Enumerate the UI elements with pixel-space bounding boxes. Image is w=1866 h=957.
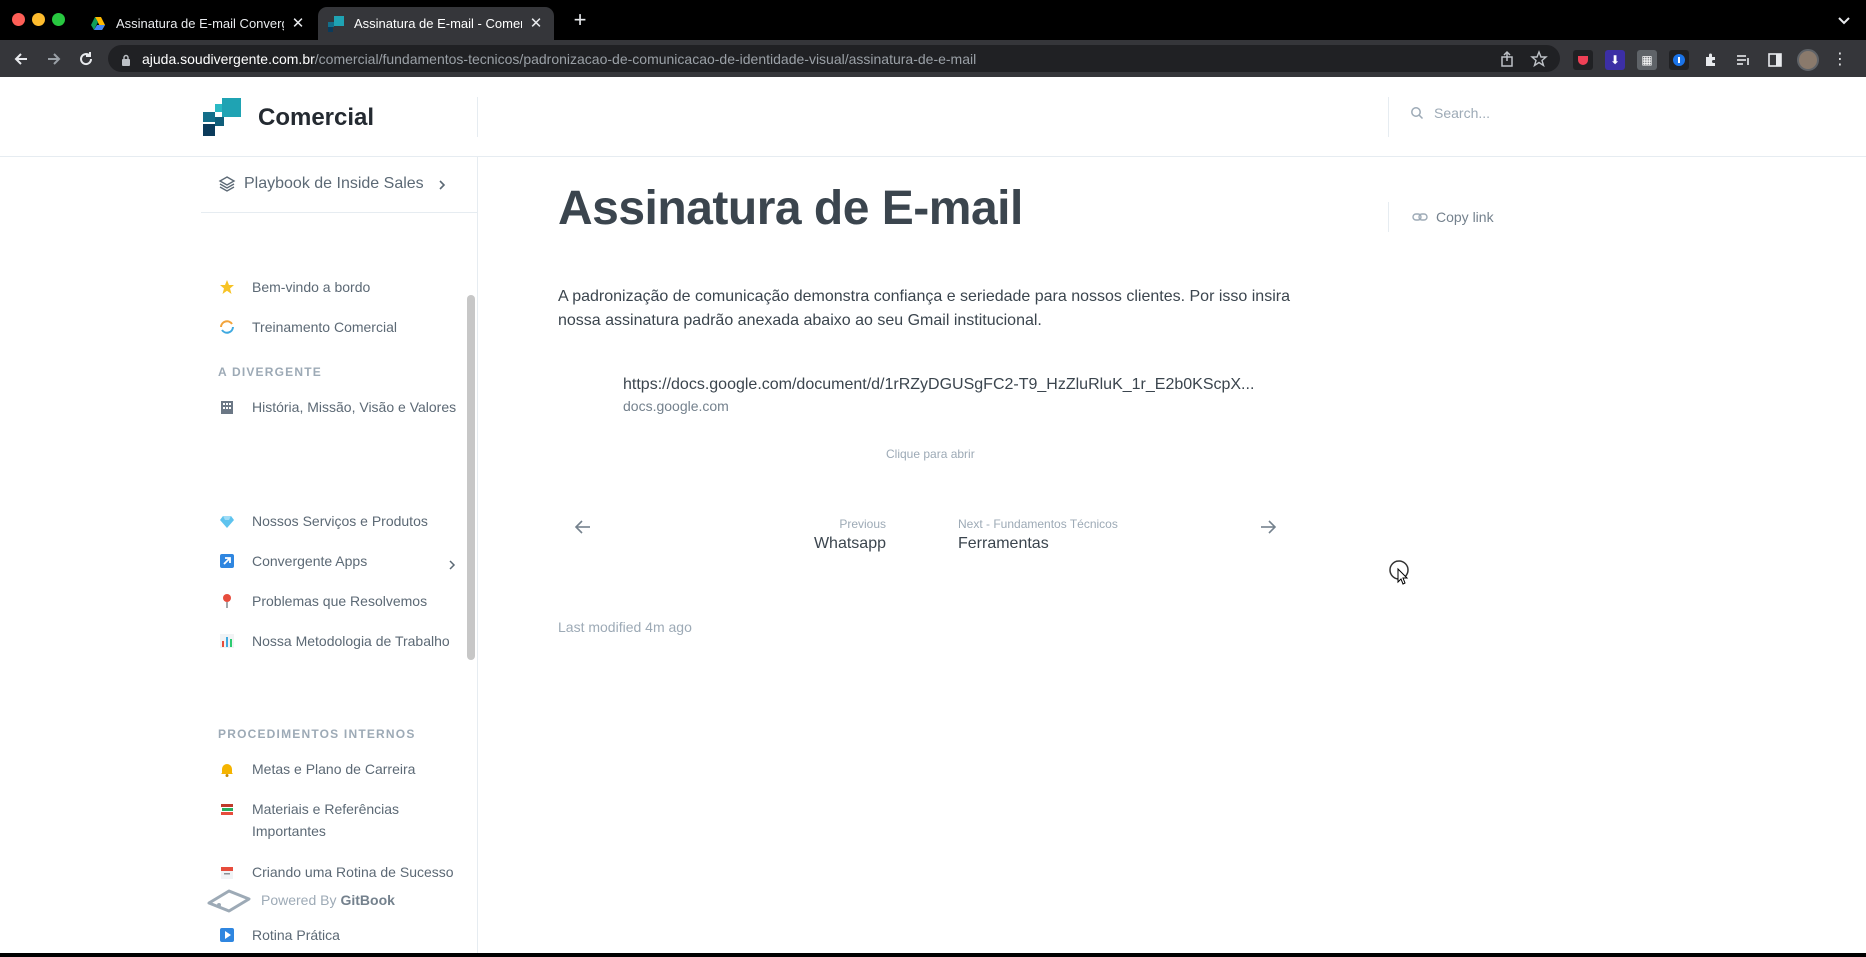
reload-button[interactable] <box>75 48 97 70</box>
forward-button[interactable] <box>43 48 65 70</box>
sidebar-item-rotina-sucesso[interactable]: Criando uma Rotina de Sucesso <box>218 861 463 883</box>
gitbook-page: Comercial Playbook de Inside Sales <box>0 77 1866 953</box>
download-extension-icon[interactable]: ⬇ <box>1605 50 1625 70</box>
rail-divider <box>1388 202 1389 232</box>
more-menu-icon[interactable]: ⋮ <box>1831 51 1849 69</box>
browser-tab-2[interactable]: Assinatura de E-mail - Comerci ✕ <box>318 7 554 40</box>
space-switcher[interactable]: Playbook de Inside Sales <box>218 169 463 199</box>
sidebar-separator <box>201 212 477 213</box>
calendar-icon <box>218 863 236 881</box>
play-icon <box>218 926 236 944</box>
copy-link-button[interactable]: Copy link <box>1412 209 1494 225</box>
section-title-procedimentos: PROCEDIMENTOS INTERNOS <box>218 727 416 741</box>
reading-list-icon[interactable] <box>1733 50 1753 70</box>
chevron-right-icon[interactable] <box>447 555 457 570</box>
sidebar-item-metas[interactable]: Metas e Plano de Carreira <box>218 758 463 780</box>
space-title[interactable]: Comercial <box>258 104 374 132</box>
building-icon <box>218 398 236 416</box>
space-switcher-label: Playbook de Inside Sales <box>244 175 424 192</box>
header-divider <box>1388 97 1389 137</box>
sidebar-item-metodologia[interactable]: Nossa Metodologia de Trabalho <box>218 630 463 652</box>
embed-caption: Clique para abrir <box>886 447 975 461</box>
url-host: ajuda.soudivergente.com.br <box>142 50 315 67</box>
header-divider <box>477 97 478 137</box>
page-title: Assinatura de E-mail <box>558 182 1023 235</box>
books-icon <box>218 800 236 818</box>
maximize-window-button[interactable] <box>52 13 65 26</box>
site-header: Comercial <box>0 77 1866 157</box>
sidebar-item-convergente-apps[interactable]: Convergente Apps <box>218 550 463 572</box>
close-tab-icon[interactable]: ✕ <box>290 15 306 32</box>
sidebar-item-bem-vindo[interactable]: Bem-vindo a bordo <box>218 276 463 298</box>
browser-tab-1[interactable]: Assinatura de E-mail Converge ✕ <box>80 7 316 40</box>
gitbook-space-icon <box>328 15 344 32</box>
sidebar-item-rotina-pratica[interactable]: Rotina Prática <box>218 924 463 946</box>
share-icon[interactable] <box>1498 50 1516 68</box>
intro-paragraph: A padronização de comunicação demonstra … <box>558 288 1290 329</box>
embed-url[interactable]: https://docs.google.com/document/d/1rRZy… <box>623 376 1293 394</box>
previous-page-link[interactable]: Previous Whatsapp <box>814 517 886 553</box>
embed-host: docs.google.com <box>623 398 729 414</box>
back-button[interactable] <box>10 48 32 70</box>
sidebar-item-servicos[interactable]: Nossos Serviços e Produtos <box>218 510 463 532</box>
gem-icon <box>218 512 236 530</box>
password-extension-icon[interactable] <box>1669 50 1689 70</box>
powered-by-gitbook[interactable]: Powered By GitBook <box>207 885 395 915</box>
lock-icon <box>120 53 132 66</box>
page-pagination: Previous Whatsapp Next - Fundamentos Téc… <box>558 497 1293 557</box>
screenshot-extension-icon[interactable]: ▦ <box>1637 50 1657 70</box>
tab-title: Assinatura de E-mail - Comerci <box>354 16 522 31</box>
search-icon <box>1410 106 1424 120</box>
gitbook-logo-icon <box>207 885 251 915</box>
address-bar[interactable]: ajuda.soudivergente.com.br/comercial/fun… <box>108 45 1560 72</box>
profile-avatar[interactable] <box>1797 49 1819 71</box>
layers-icon <box>218 175 236 193</box>
pin-icon <box>218 592 236 610</box>
search-input[interactable] <box>1434 105 1634 121</box>
close-tab-icon[interactable]: ✕ <box>528 15 544 32</box>
google-drive-icon <box>90 16 106 32</box>
side-panel-icon[interactable] <box>1765 50 1785 70</box>
arrow-up-right-icon <box>218 552 236 570</box>
sidebar-item-historia[interactable]: História, Missão, Visão e Valores <box>218 396 463 418</box>
last-modified: Last modified 4m ago <box>558 619 692 635</box>
tab-strip: Assinatura de E-mail Converge ✕ Assinatu… <box>0 0 1866 40</box>
sidebar-item-treinamento[interactable]: Treinamento Comercial <box>218 316 463 338</box>
link-icon <box>1412 209 1428 225</box>
arrow-left-icon[interactable] <box>573 517 593 537</box>
embed-card[interactable]: https://docs.google.com/document/d/1rRZy… <box>623 376 1293 414</box>
window-bottom-edge <box>0 953 1866 957</box>
sidebar: Playbook de Inside Sales Bem-vindo a bor… <box>201 157 478 953</box>
close-window-button[interactable] <box>12 13 25 26</box>
bell-icon <box>218 760 236 778</box>
chevron-right-icon <box>436 178 448 190</box>
section-title-a-divergente: A DIVERGENTE <box>218 365 322 379</box>
bar-chart-icon <box>218 632 236 650</box>
sidebar-scrollbar[interactable] <box>467 295 475 660</box>
arrow-right-icon[interactable] <box>1258 517 1278 537</box>
browser-toolbar: ajuda.soudivergente.com.br/comercial/fun… <box>0 40 1866 77</box>
new-tab-button[interactable]: + <box>570 9 590 31</box>
bookmark-star-icon[interactable] <box>1530 50 1548 68</box>
star-icon <box>218 278 236 296</box>
url-path: /comercial/fundamentos-tecnicos/padroniz… <box>314 50 977 67</box>
tab-title: Assinatura de E-mail Converge <box>116 16 284 31</box>
browser-chrome: Assinatura de E-mail Converge ✕ Assinatu… <box>0 0 1866 77</box>
search-box[interactable] <box>1410 105 1634 121</box>
mouse-cursor-icon <box>1388 559 1410 585</box>
next-page-link[interactable]: Next - Fundamentos Técnicos Ferramentas <box>958 517 1118 553</box>
puzzle-extensions-icon[interactable] <box>1701 50 1721 70</box>
chevron-down-icon[interactable] <box>1836 12 1852 28</box>
minimize-window-button[interactable] <box>32 13 45 26</box>
sidebar-item-materiais[interactable]: Materiais e Referências Importantes <box>218 798 463 842</box>
pocket-extension-icon[interactable] <box>1573 50 1593 70</box>
sidebar-item-problemas[interactable]: Problemas que Resolvemos <box>218 590 463 612</box>
cycle-icon <box>218 318 236 336</box>
space-logo[interactable] <box>203 98 241 136</box>
